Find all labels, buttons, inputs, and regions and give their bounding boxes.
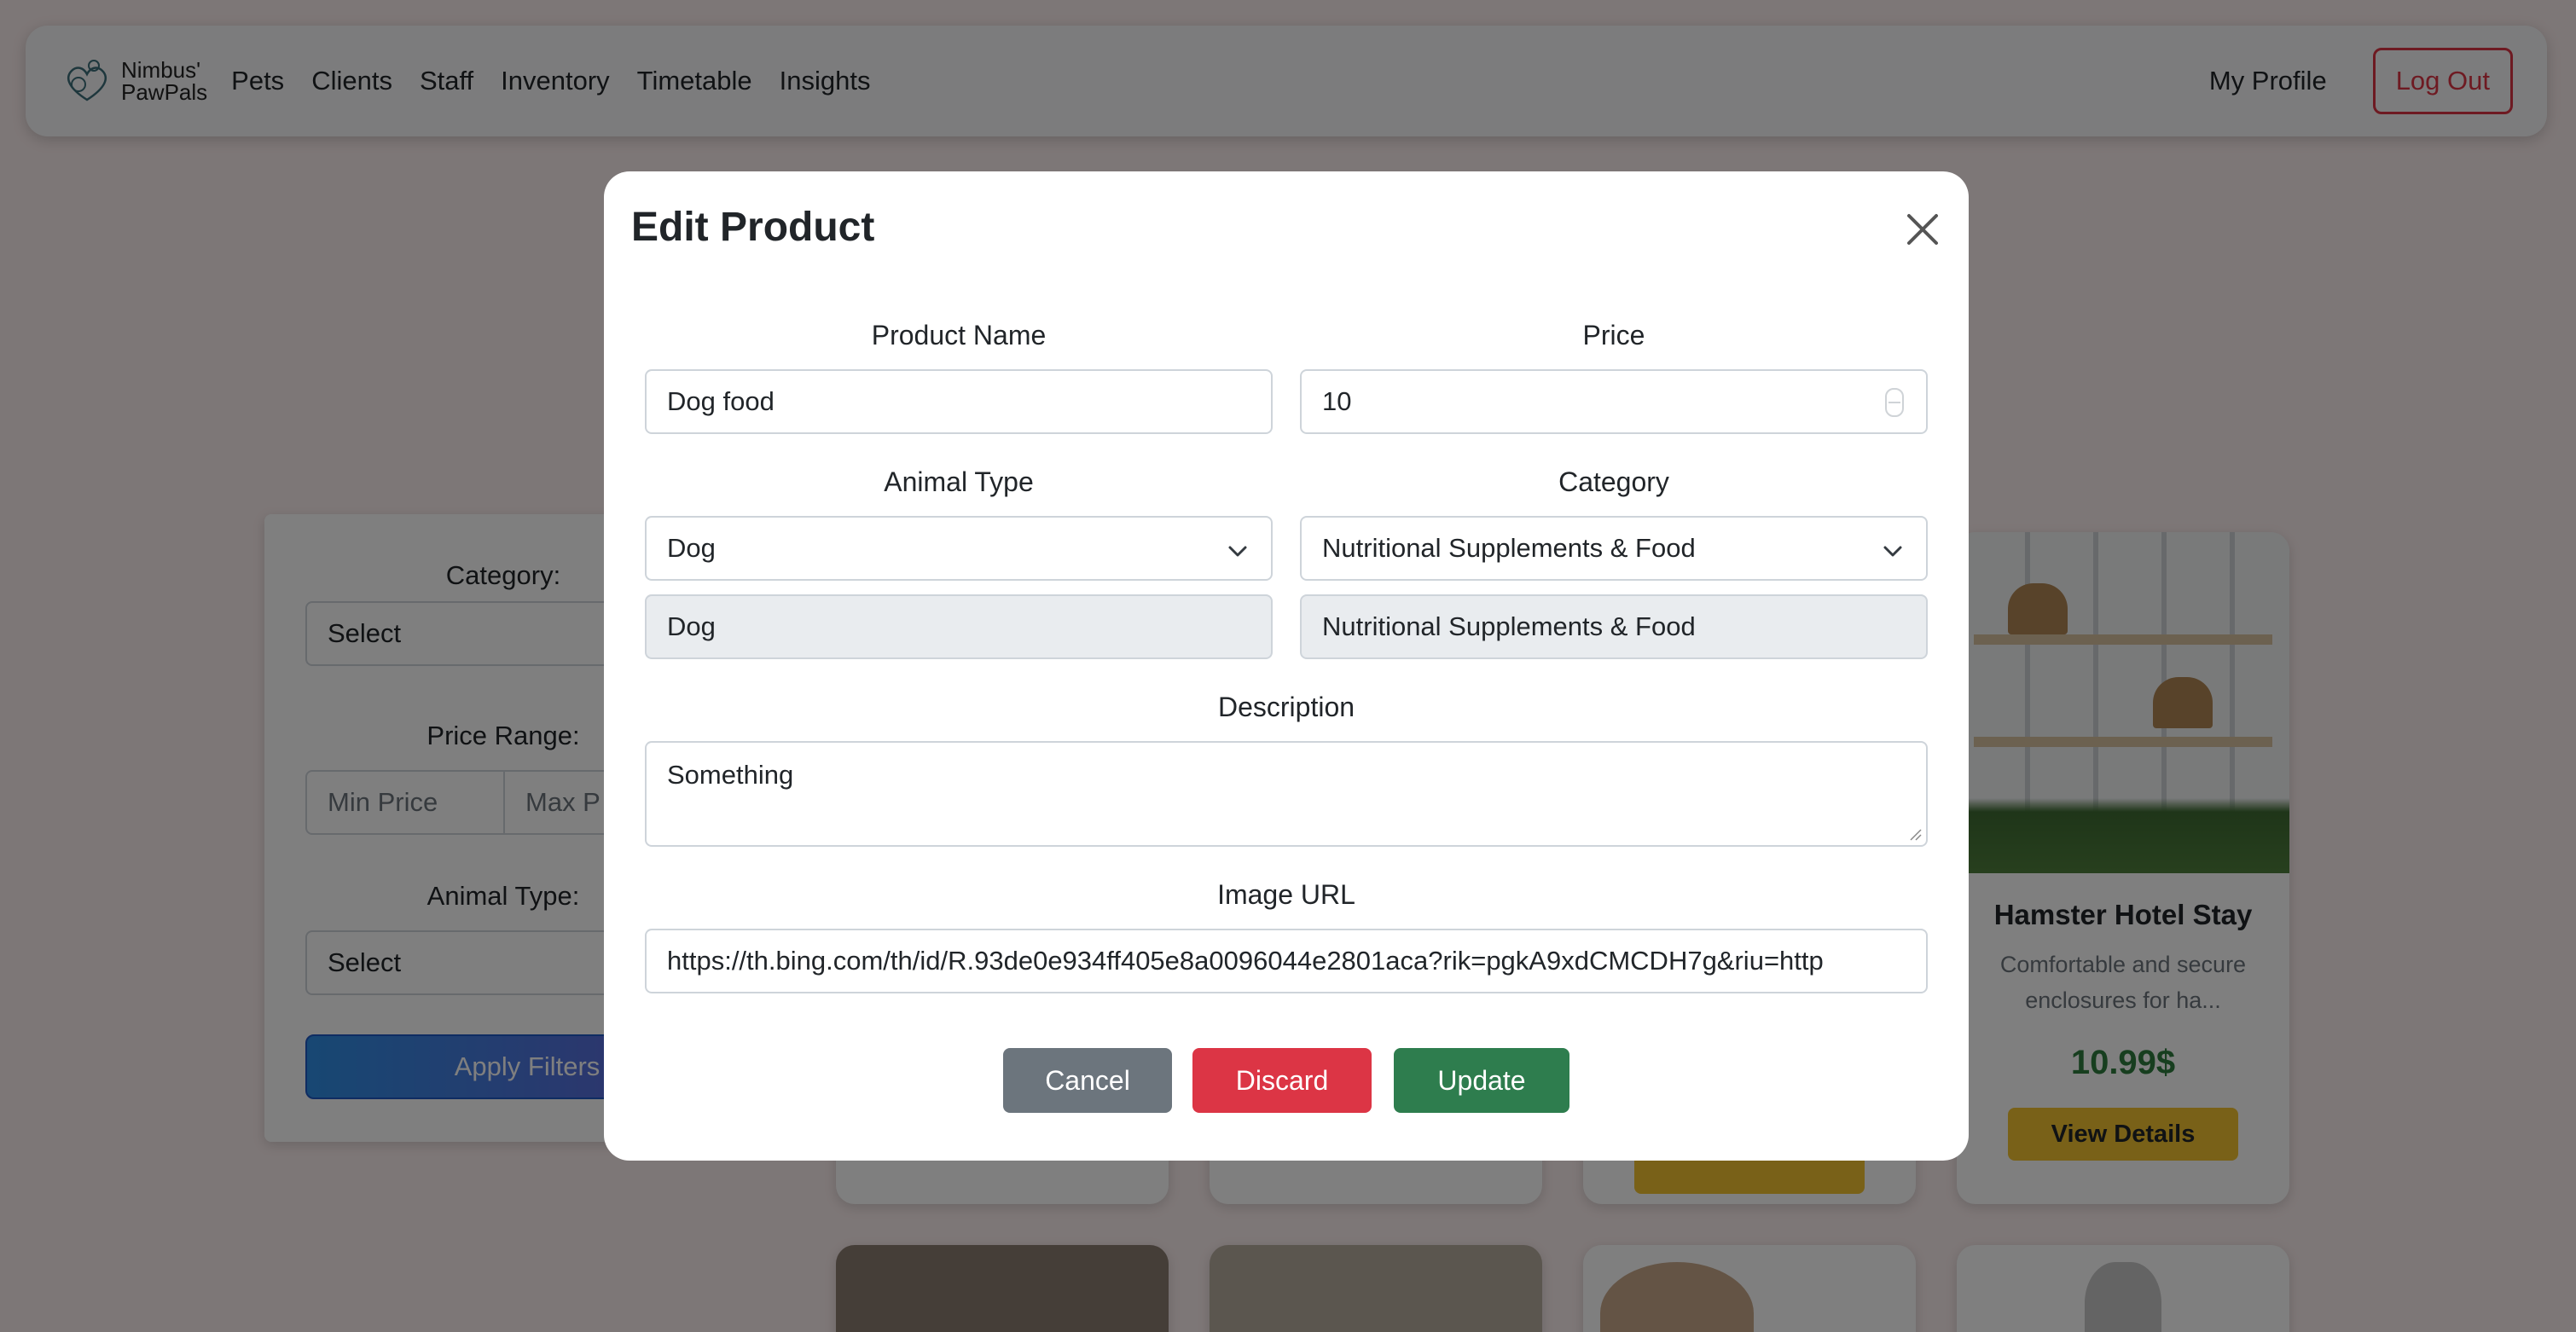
resize-grip-icon[interactable] [1909,828,1923,842]
number-spinner-icon[interactable] [1885,388,1904,417]
product-name-input[interactable]: Dog food [645,369,1273,434]
animal-type-value: Dog [667,533,716,563]
description-label: Description [1217,692,1355,722]
description-value: Something [667,760,794,790]
category-label: Category [1558,466,1669,497]
price-label: Price [1582,320,1645,350]
category-select[interactable]: Nutritional Supplements & Food [1300,516,1928,581]
cancel-button[interactable]: Cancel [1003,1048,1172,1113]
close-icon [1907,214,1938,245]
edit-product-modal: Edit Product Product Name Dog food Price… [604,171,1969,1161]
price-input[interactable]: 10 [1300,369,1928,434]
close-modal-button[interactable] [1902,209,1943,250]
animal-type-select[interactable]: Dog [645,516,1273,581]
image-url-input[interactable]: https://th.bing.com/th/id/R.93de0e934ff4… [645,929,1928,993]
description-textarea[interactable]: Something [645,741,1928,847]
category-readonly-field: Nutritional Supplements & Food [1300,594,1928,659]
image-url-label: Image URL [1217,879,1355,910]
discard-button[interactable]: Discard [1192,1048,1372,1113]
animal-type-label: Animal Type [884,466,1034,497]
update-button[interactable]: Update [1394,1048,1569,1113]
category-value: Nutritional Supplements & Food [1322,533,1696,563]
product-name-label: Product Name [871,320,1047,350]
animal-type-readonly-field: Dog [645,594,1273,659]
price-value: 10 [1322,386,1352,416]
chevron-down-icon [1228,546,1247,557]
modal-title: Edit Product [631,205,875,250]
chevron-down-icon [1883,546,1902,557]
